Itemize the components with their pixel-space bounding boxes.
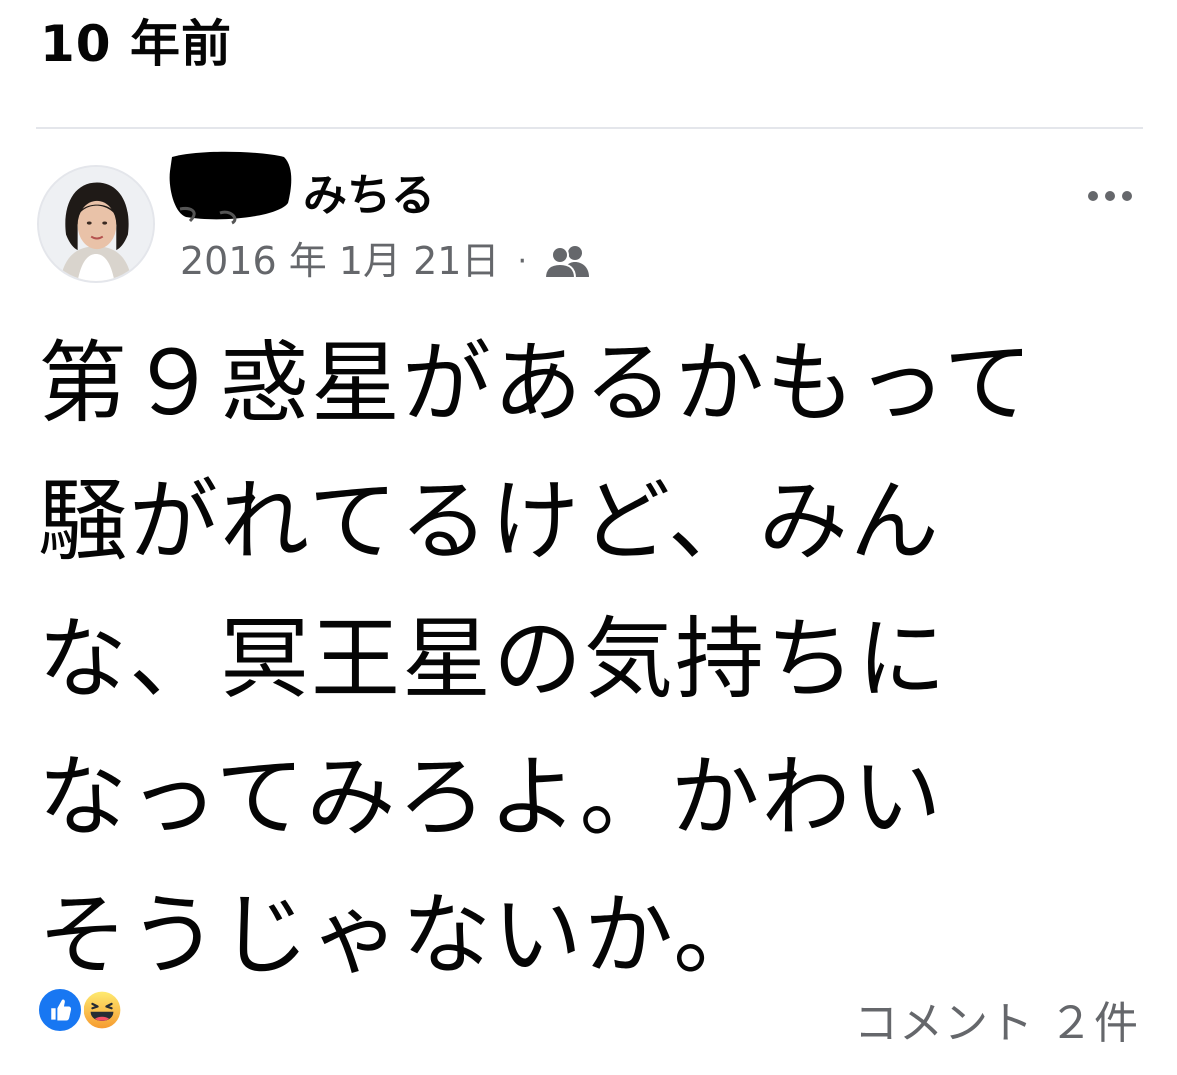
post-meta: 2016 年 1月 21日 · — [180, 232, 591, 290]
like-icon — [36, 986, 84, 1034]
friends-icon[interactable] — [543, 243, 591, 279]
divider — [36, 127, 1143, 129]
author-avatar[interactable] — [37, 165, 155, 283]
comment-count-link[interactable]: コメント ２件 — [854, 994, 1139, 1054]
more-dot-icon — [1122, 191, 1132, 201]
meta-separator: · — [517, 243, 528, 279]
memory-title: 10 年前 — [40, 15, 232, 73]
author-name[interactable]: みちる — [303, 166, 435, 226]
post-date[interactable]: 2016 年 1月 21日 — [180, 232, 499, 290]
haha-icon — [78, 986, 126, 1034]
more-dot-icon — [1105, 191, 1115, 201]
more-dot-icon — [1088, 191, 1098, 201]
reaction-summary[interactable] — [36, 986, 136, 1036]
redaction-mark — [169, 151, 292, 225]
avatar-photo — [39, 167, 153, 281]
more-options-button[interactable] — [1080, 178, 1140, 214]
post-body: 第９惑星があるかもって 騒がれてるけど、みん な、冥王星の気持ちに なってみろよ… — [38, 331, 1035, 987]
